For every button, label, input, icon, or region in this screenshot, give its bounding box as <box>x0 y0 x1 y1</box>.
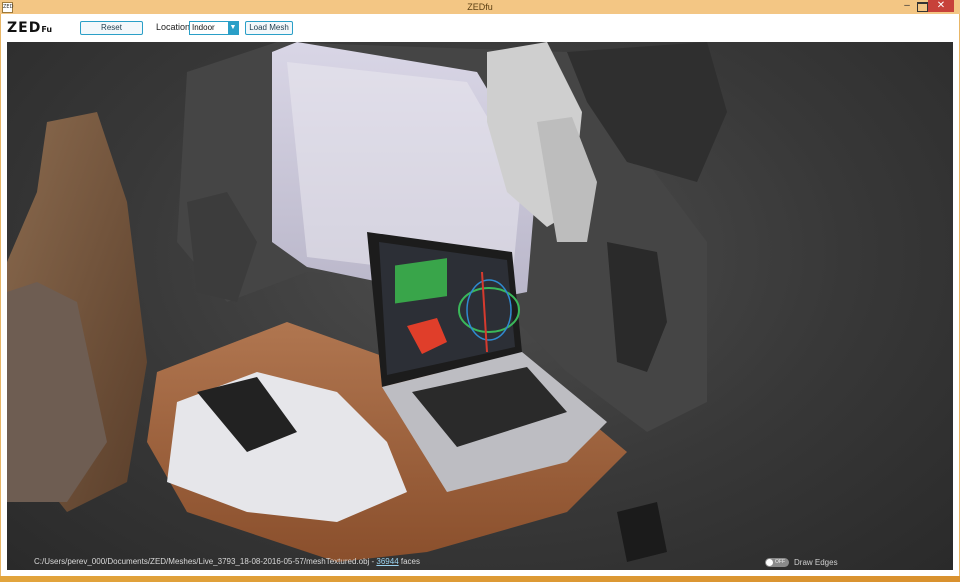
faces-count[interactable]: 36944 <box>376 557 398 566</box>
close-button[interactable]: ✕ <box>928 0 954 12</box>
file-path-text: C:/Users/perev_000/Documents/ZED/Meshes/… <box>34 557 377 566</box>
taskbar <box>0 576 960 582</box>
logo-sub: Fu <box>41 25 53 34</box>
window-title: ZEDfu <box>467 2 493 12</box>
location-select[interactable]: Indoor ▼ <box>189 21 239 35</box>
location-label: Location <box>156 22 191 32</box>
title-bar: ZED ZEDfu – ✕ <box>0 0 960 14</box>
load-mesh-button[interactable]: Load Mesh <box>245 21 293 35</box>
toolbar: ZEDFu Reset Location Indoor ▼ Load Mesh <box>1 14 959 41</box>
chevron-down-icon[interactable]: ▼ <box>228 22 238 34</box>
toggle-knob <box>766 559 773 566</box>
app-window: ZEDFu Reset Location Indoor ▼ Load Mesh <box>0 14 960 576</box>
maximize-button[interactable] <box>917 2 928 12</box>
draw-edges-toggle[interactable]: OFF <box>765 558 789 567</box>
faces-suffix: faces <box>398 557 420 566</box>
draw-edges-label: Draw Edges <box>794 558 838 567</box>
logo-main: ZED <box>7 20 42 36</box>
reset-button[interactable]: Reset <box>80 21 143 35</box>
mesh-viewport[interactable] <box>7 42 953 570</box>
mesh-render <box>7 42 727 562</box>
minimize-button[interactable]: – <box>900 1 914 12</box>
toggle-state: OFF <box>775 559 785 565</box>
mesh-file-path: C:/Users/perev_000/Documents/ZED/Meshes/… <box>34 556 420 568</box>
zedfu-logo: ZEDFu <box>7 20 52 36</box>
location-value: Indoor <box>192 23 215 32</box>
